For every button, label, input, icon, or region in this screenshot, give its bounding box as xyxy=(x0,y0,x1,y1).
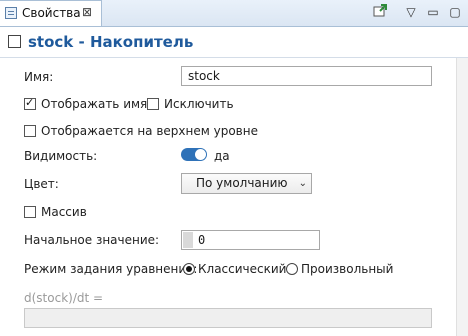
mode-custom-label: Произвольный xyxy=(301,262,394,276)
initial-value-text: 0 xyxy=(198,233,206,247)
vertical-scrollbar[interactable] xyxy=(456,58,468,336)
color-select[interactable]: По умолчанию ⌄ xyxy=(181,173,312,194)
show-name-label: Отображать имя xyxy=(41,97,148,111)
top-level-checkbox[interactable] xyxy=(24,125,36,137)
name-input[interactable]: stock xyxy=(181,66,432,86)
code-field-grip xyxy=(183,232,193,248)
mode-label: Режим задания уравнения: xyxy=(24,262,198,276)
array-label: Массив xyxy=(41,205,87,219)
top-level-label: Отображается на верхнем уровне xyxy=(41,124,258,138)
tab-label: Свойства xyxy=(22,6,81,20)
equation-label: d(stock)/dt = xyxy=(24,291,104,305)
pin-icon[interactable] xyxy=(371,3,389,21)
visibility-value: да xyxy=(214,149,230,163)
tab-properties[interactable]: Свойства ⊠ xyxy=(0,0,102,26)
name-label: Имя: xyxy=(24,70,54,84)
initial-value-label: Начальное значение: xyxy=(24,233,160,247)
show-name-checkbox[interactable] xyxy=(24,96,36,110)
color-label: Цвет: xyxy=(24,177,59,191)
visibility-toggle[interactable] xyxy=(181,148,207,161)
exclude-label: Исключить xyxy=(164,97,234,111)
view-menu-icon[interactable]: ▽ xyxy=(402,3,420,21)
equation-input[interactable] xyxy=(24,308,432,328)
properties-icon xyxy=(5,7,17,19)
exclude-checkbox[interactable] xyxy=(147,98,159,110)
color-select-value: По умолчанию xyxy=(196,176,288,190)
minimize-icon[interactable]: ▭ xyxy=(424,3,442,21)
chevron-down-icon: ⌄ xyxy=(298,178,307,189)
mode-custom-radio[interactable] xyxy=(286,263,298,275)
view-tab-bar: Свойства ⊠ ▽ ▭ ▢ xyxy=(0,0,468,27)
array-checkbox[interactable] xyxy=(24,206,36,218)
mode-classic-radio[interactable] xyxy=(183,263,195,275)
page-title: stock - Накопитель xyxy=(28,33,194,51)
maximize-icon[interactable]: ▢ xyxy=(446,3,464,21)
properties-header: stock - Накопитель xyxy=(0,27,468,58)
close-icon[interactable]: ⊠ xyxy=(82,5,92,19)
initial-value-input[interactable]: 0 xyxy=(181,230,320,250)
visibility-label: Видимость: xyxy=(24,149,98,163)
mode-classic-label: Классический xyxy=(198,262,287,276)
stock-icon xyxy=(8,35,21,48)
toggle-knob xyxy=(195,149,206,160)
